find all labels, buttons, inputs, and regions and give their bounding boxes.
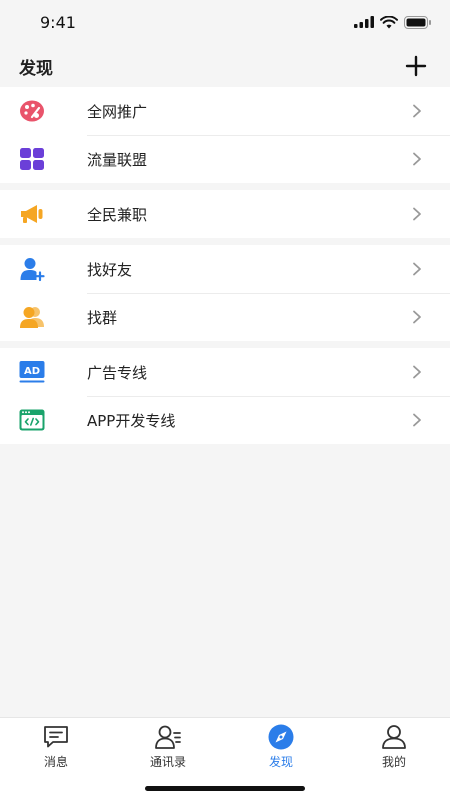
menu-group-promotion: 全网推广 流量联盟: [0, 87, 450, 183]
menu-item-label: 找群: [87, 309, 118, 327]
chevron-right-icon: [413, 104, 421, 118]
menu-group-services: AD 广告专线 APP开发专线: [0, 348, 450, 444]
status-icons: [354, 14, 432, 30]
status-bar: 9:41: [0, 0, 450, 44]
tab-label: 我的: [381, 755, 406, 769]
profile-icon: [382, 725, 406, 749]
megaphone-icon: [21, 205, 43, 223]
chevron-right-icon: [413, 413, 421, 427]
page-title: 发现: [19, 59, 53, 79]
tab-messages[interactable]: 消息: [0, 724, 112, 774]
home-indicator[interactable]: [145, 786, 305, 791]
menu-item-label: 全民兼职: [87, 206, 148, 224]
menu-item-find-groups[interactable]: 找群: [0, 293, 450, 341]
signal-icon: [354, 16, 374, 28]
menu-item-label: 找好友: [87, 261, 133, 279]
tab-label: 消息: [43, 755, 68, 769]
menu-item-parttime[interactable]: 全民兼职: [0, 190, 450, 238]
menu-item-label: 广告专线: [87, 364, 148, 382]
menu-group-parttime: 全民兼职: [0, 190, 450, 238]
message-icon: [44, 726, 68, 748]
battery-icon: [404, 15, 431, 29]
tab-label: 发现: [268, 755, 293, 769]
chevron-right-icon: [413, 262, 421, 276]
menu-group-social: 找好友 找群: [0, 245, 450, 341]
group-icon: [20, 307, 44, 328]
chevron-right-icon: [413, 310, 421, 324]
chevron-right-icon: [413, 152, 421, 166]
menu-item-label: 流量联盟: [87, 151, 148, 169]
menu-item-find-friends[interactable]: 找好友: [0, 245, 450, 293]
menu-item-label: 全网推广: [87, 103, 148, 121]
nav-bar: 发现: [0, 44, 450, 88]
grid-icon: [20, 148, 44, 170]
plus-icon: [405, 55, 427, 77]
menu-item-traffic-alliance[interactable]: 流量联盟: [0, 135, 450, 183]
svg-text:AD: AD: [24, 366, 40, 377]
palette-icon: [20, 100, 44, 122]
add-friend-icon: [20, 258, 45, 282]
compass-icon: [268, 724, 294, 750]
chevron-right-icon: [413, 207, 421, 221]
status-time: 9:41: [40, 13, 76, 32]
menu-item-network-promotion[interactable]: 全网推广: [0, 87, 450, 135]
chevron-right-icon: [413, 365, 421, 379]
discover-menu: 全网推广 流量联盟 全民兼职 找好友 找群 AD 广告专线 APP开发专线: [0, 87, 450, 451]
tab-profile[interactable]: 我的: [338, 724, 450, 774]
menu-item-app-dev-line[interactable]: APP开发专线: [0, 396, 450, 444]
tab-discover[interactable]: 发现: [225, 724, 337, 774]
contacts-icon: [155, 725, 181, 749]
ad-icon: AD: [19, 361, 45, 383]
tab-label: 通讯录: [149, 755, 186, 769]
tab-contacts[interactable]: 通讯录: [112, 724, 224, 774]
wifi-icon: [380, 15, 398, 28]
menu-item-label: APP开发专线: [87, 412, 176, 430]
add-button[interactable]: [404, 54, 428, 78]
code-window-icon: [19, 409, 45, 431]
menu-item-ad-line[interactable]: AD 广告专线: [0, 348, 450, 396]
